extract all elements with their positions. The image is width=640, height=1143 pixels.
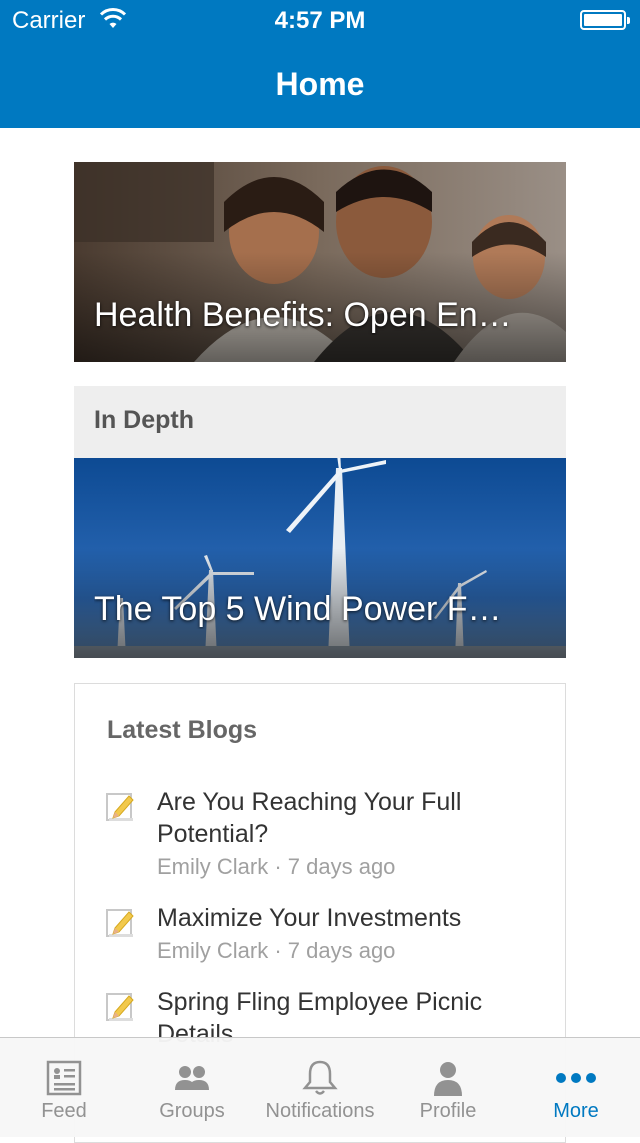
more-icon	[556, 1073, 596, 1083]
blog-post-icon	[106, 993, 134, 1021]
featured-article-card[interactable]: Health Benefits: Open En…	[74, 162, 566, 362]
latest-blogs-header: Latest Blogs	[107, 716, 258, 744]
blog-post-icon	[106, 793, 134, 821]
tab-label: Profile	[419, 1100, 477, 1122]
blog-title: Maximize Your Investments	[157, 904, 462, 932]
tab-label: Feed	[41, 1100, 87, 1122]
tab-notifications[interactable]: Notifications	[256, 1038, 384, 1137]
in-depth-header: In Depth	[94, 406, 194, 434]
battery-icon	[580, 10, 630, 30]
clock: 4:57 PM	[274, 7, 366, 34]
blog-post-icon	[106, 909, 134, 937]
status-bar: Carrier 4:57 PM	[0, 0, 640, 40]
in-depth-card[interactable]: In Depth The Top 5 Wind Power F…	[74, 386, 566, 658]
tab-label: More	[553, 1100, 599, 1122]
page-title: Home	[275, 66, 365, 102]
blog-title: Are You Reaching Your Full Potential?	[157, 788, 462, 848]
tab-label: Notifications	[265, 1100, 375, 1122]
tab-bar: Feed Groups Notifications Profile More	[0, 1037, 640, 1137]
tab-label: Groups	[159, 1100, 225, 1122]
feed-icon	[46, 1060, 82, 1096]
groups-icon	[175, 1066, 209, 1090]
navigation-bar: Home	[0, 40, 640, 128]
tab-profile[interactable]: Profile	[384, 1038, 512, 1137]
tab-more[interactable]: More	[512, 1038, 640, 1137]
featured-article-title: Health Benefits: Open En…	[94, 296, 512, 334]
profile-icon	[434, 1062, 462, 1096]
bell-icon	[302, 1060, 338, 1095]
tab-groups[interactable]: Groups	[128, 1038, 256, 1137]
blog-meta: Emily Clark · 7 days ago	[157, 854, 396, 879]
blog-meta: Emily Clark · 7 days ago	[157, 938, 396, 963]
in-depth-article-title: The Top 5 Wind Power F…	[94, 590, 502, 628]
tab-feed[interactable]: Feed	[0, 1038, 128, 1137]
